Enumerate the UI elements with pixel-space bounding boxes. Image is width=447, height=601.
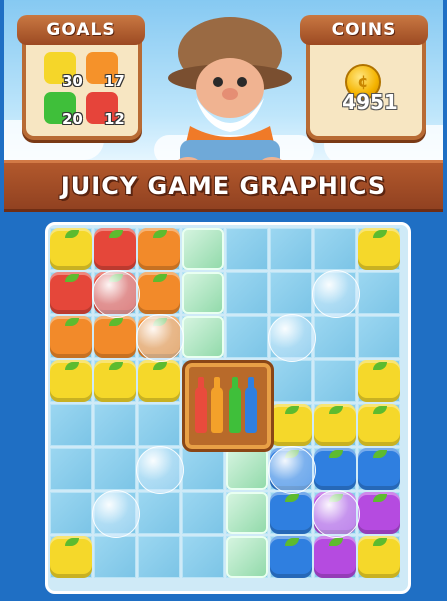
yellow-fruit-icon[interactable] [358, 536, 400, 578]
yellow-fruit-icon[interactable] [50, 228, 92, 270]
bubble-icon [92, 490, 140, 538]
leaf-icon [285, 538, 299, 546]
goals-title: GOALS [17, 15, 145, 45]
leaf-icon [153, 362, 167, 370]
ice-tile [182, 448, 224, 490]
coins-title: COINS [300, 15, 428, 45]
leaf-icon [373, 230, 387, 238]
ice-tile [270, 228, 312, 270]
bottle-crate-icon [182, 360, 274, 452]
frozen-block-icon[interactable] [182, 316, 224, 358]
leaf-icon [329, 538, 343, 546]
leaf-icon [373, 494, 387, 502]
yellow-fruit-icon[interactable] [358, 360, 400, 402]
orange-fruit-icon[interactable] [138, 272, 180, 314]
ice-tile [314, 360, 356, 402]
leaf-icon [109, 230, 123, 238]
leaf-icon [373, 406, 387, 414]
purple-fruit-icon[interactable] [314, 536, 356, 578]
banner-title: JUICY GAME GRAPHICS [60, 172, 387, 200]
red-fruit-icon[interactable] [94, 228, 136, 270]
ice-tile [50, 448, 92, 490]
leaf-icon [109, 362, 123, 370]
orange-fruit-icon[interactable] [94, 316, 136, 358]
leaf-icon [373, 362, 387, 370]
leaf-icon [153, 230, 167, 238]
ice-tile [226, 228, 268, 270]
ice-tile [358, 316, 400, 358]
leaf-icon [329, 450, 343, 458]
ice-tile [138, 492, 180, 534]
goal-orange-count: 17 [104, 72, 125, 90]
frozen-block-icon[interactable] [226, 448, 268, 490]
yellow-fruit-icon[interactable] [138, 360, 180, 402]
ice-tile [94, 448, 136, 490]
leaf-icon [373, 450, 387, 458]
ice-tile [358, 272, 400, 314]
orange-fruit-icon[interactable] [50, 316, 92, 358]
orange-fruit-icon[interactable] [138, 228, 180, 270]
bubble-icon [312, 270, 360, 318]
ice-tile [182, 492, 224, 534]
leaf-icon [65, 230, 79, 238]
ice-tile [50, 492, 92, 534]
coins-value: 4951 [342, 90, 398, 114]
bubble-icon [136, 314, 184, 362]
ice-tile [314, 316, 356, 358]
goal-yellow-count: 30 [62, 72, 83, 90]
ice-tile [226, 272, 268, 314]
blue-fruit-icon[interactable] [270, 536, 312, 578]
leaf-icon [65, 362, 79, 370]
leaf-icon [153, 274, 167, 282]
leaf-icon [329, 406, 343, 414]
ice-tile [226, 316, 268, 358]
leaf-icon [109, 318, 123, 326]
yellow-fruit-icon[interactable] [358, 228, 400, 270]
goal-red-count: 12 [104, 110, 125, 128]
yellow-fruit-icon[interactable] [50, 536, 92, 578]
blue-fruit-icon[interactable] [358, 448, 400, 490]
leaf-icon [373, 538, 387, 546]
leaf-icon [65, 274, 79, 282]
ice-tile [94, 536, 136, 578]
yellow-fruit-icon[interactable] [314, 404, 356, 446]
frozen-block-icon[interactable] [226, 492, 268, 534]
leaf-icon [65, 318, 79, 326]
leaf-icon [285, 494, 299, 502]
purple-fruit-icon[interactable] [358, 492, 400, 534]
leaf-icon [285, 406, 299, 414]
frozen-block-icon[interactable] [182, 228, 224, 270]
ice-tile [270, 272, 312, 314]
ice-tile [94, 404, 136, 446]
bubble-icon [92, 270, 140, 318]
bubble-icon [312, 490, 360, 538]
yellow-fruit-icon[interactable] [270, 404, 312, 446]
goal-green-count: 20 [62, 110, 83, 128]
ice-tile [138, 536, 180, 578]
red-fruit-icon[interactable] [50, 272, 92, 314]
yellow-fruit-icon[interactable] [358, 404, 400, 446]
ice-tile [138, 404, 180, 446]
ice-tile [314, 228, 356, 270]
ice-tile [182, 536, 224, 578]
blue-fruit-icon[interactable] [270, 492, 312, 534]
leaf-icon [65, 538, 79, 546]
frozen-block-icon[interactable] [182, 272, 224, 314]
frozen-block-icon[interactable] [226, 536, 268, 578]
ice-tile [270, 360, 312, 402]
blue-fruit-icon[interactable] [314, 448, 356, 490]
bubble-icon [268, 314, 316, 362]
bubble-icon [136, 446, 184, 494]
yellow-fruit-icon[interactable] [94, 360, 136, 402]
ice-tile [50, 404, 92, 446]
bubble-icon [268, 446, 316, 494]
yellow-fruit-icon[interactable] [50, 360, 92, 402]
